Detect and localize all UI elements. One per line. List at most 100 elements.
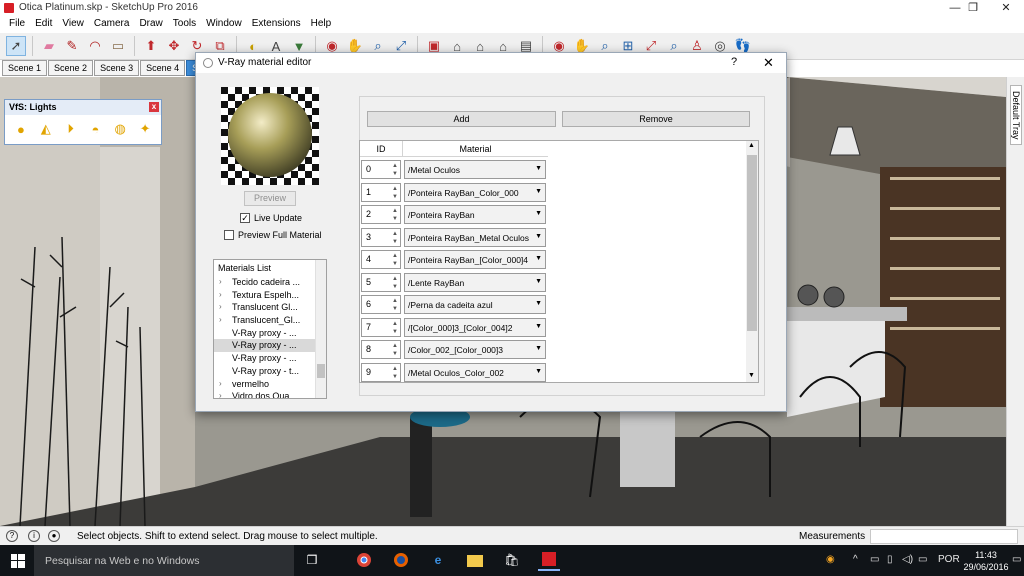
dialog-close-button[interactable]: ✕ (763, 55, 774, 71)
id-spinbox[interactable]: 4 ▲ ▼ (361, 250, 401, 269)
spin-arrows-icon[interactable]: ▲ ▼ (391, 162, 399, 178)
material-dropdown[interactable]: /Ponteira RayBan ▼ (404, 205, 546, 224)
tab-scene-2[interactable]: Scene 2 (48, 60, 94, 76)
material-dropdown[interactable]: /Ponteira RayBan_Metal Oculos ▼ (404, 227, 546, 247)
directional-light-icon[interactable]: ⏵ (63, 121, 79, 137)
ies-light-icon[interactable]: ✦ (137, 121, 153, 137)
spot-light-icon[interactable]: ◭ (38, 121, 54, 137)
taskbar-search-box[interactable]: Pesquisar na Web e no Windows (34, 545, 294, 576)
rectangle-icon[interactable]: ▭ (108, 36, 128, 56)
network-icon[interactable]: ▭ (870, 554, 879, 565)
id-spinbox[interactable]: 7 ▲ ▼ (361, 317, 401, 337)
spin-arrows-icon[interactable]: ▲ ▼ (391, 207, 399, 223)
menu-draw[interactable]: Draw (134, 16, 167, 33)
push-pull-icon[interactable]: ⬆ (141, 36, 161, 56)
materials-list-scrollbar[interactable] (315, 260, 326, 398)
notification-app-icon[interactable]: ◉ (826, 554, 835, 565)
material-list-item[interactable]: V-Ray proxy - ... (214, 327, 326, 340)
menu-camera[interactable]: Camera (89, 16, 135, 33)
material-list-item[interactable]: › Translucent_Gl... (214, 314, 326, 327)
material-list-item[interactable]: › Textura Espelh... (214, 289, 326, 302)
material-list-item[interactable]: › Tecido cadeira ... (214, 276, 326, 289)
spin-arrows-icon[interactable]: ▲ ▼ (391, 252, 399, 268)
expand-chevron-icon[interactable]: › (219, 391, 222, 398)
material-list-item[interactable]: › Vidro dos Qua... (214, 390, 326, 398)
arc-icon[interactable]: ◠ (85, 36, 105, 56)
store-icon[interactable]: 🛍 (501, 549, 523, 571)
sphere-light-icon[interactable]: ◍ (112, 121, 128, 137)
dome-light-icon[interactable]: ◓ (87, 121, 103, 137)
material-dropdown[interactable]: /Ponteira RayBan_[Color_000]4 ▼ (404, 250, 546, 269)
remove-button[interactable]: Remove (562, 111, 750, 127)
material-list-item[interactable]: V-Ray proxy - t... (214, 365, 326, 378)
notifications-icon[interactable]: ▭ (1012, 554, 1021, 565)
default-tray-tab[interactable]: Default Tray (1010, 85, 1022, 145)
preview-full-material-checkbox[interactable] (224, 230, 234, 240)
tab-scene-3[interactable]: Scene 3 (94, 60, 140, 76)
help-button[interactable]: ? (731, 56, 737, 68)
material-dropdown[interactable]: /Color_002_[Color_000]3 ▼ (404, 340, 546, 359)
menu-help[interactable]: Help (306, 16, 337, 33)
material-list-item[interactable]: › vermelho (214, 378, 326, 391)
material-dropdown[interactable]: /Lente RayBan ▼ (404, 272, 546, 292)
action-center-icon[interactable]: ▭ (918, 554, 927, 565)
spin-arrows-icon[interactable]: ▲ ▼ (391, 230, 399, 246)
materials-list-scroll-thumb[interactable] (317, 364, 325, 378)
id-spinbox[interactable]: 5 ▲ ▼ (361, 272, 401, 292)
select-icon[interactable]: ➚ (6, 36, 26, 56)
menu-edit[interactable]: Edit (30, 16, 57, 33)
expand-chevron-icon[interactable]: › (219, 290, 222, 299)
tab-scene-1[interactable]: Scene 1 (2, 60, 48, 76)
volume-icon[interactable]: ◁) (902, 554, 913, 565)
material-dropdown[interactable]: /Metal Oculos_Color_002 ▼ (404, 362, 546, 382)
input-language[interactable]: POR (938, 554, 960, 565)
battery-icon[interactable]: ▯ (887, 554, 893, 565)
geolocation-icon[interactable]: ? (6, 530, 18, 542)
pencil-icon[interactable]: ✎ (62, 36, 82, 56)
spin-arrows-icon[interactable]: ▲ ▼ (391, 365, 399, 381)
table-scrollbar[interactable]: ▲ ▼ (746, 141, 758, 382)
scroll-up-icon[interactable]: ▲ (748, 142, 755, 149)
id-spinbox[interactable]: 3 ▲ ▼ (361, 227, 401, 247)
menu-window[interactable]: Window (201, 16, 247, 33)
menu-view[interactable]: View (57, 16, 89, 33)
material-list-item[interactable]: V-Ray proxy - ... (214, 339, 326, 353)
credits-icon[interactable]: i (28, 530, 40, 542)
spin-arrows-icon[interactable]: ▲ ▼ (391, 320, 399, 336)
material-list-item[interactable]: › Translucent Gl... (214, 301, 326, 314)
chrome-icon[interactable] (353, 549, 375, 571)
table-scroll-thumb[interactable] (747, 155, 757, 331)
menu-extensions[interactable]: Extensions (247, 16, 306, 33)
eraser-icon[interactable]: ▰ (39, 36, 59, 56)
sketchup-icon[interactable] (538, 549, 560, 571)
id-spinbox[interactable]: 9 ▲ ▼ (361, 362, 401, 382)
show-hidden-icons-icon[interactable]: ^ (853, 554, 858, 565)
id-spinbox[interactable]: 0 ▲ ▼ (361, 160, 401, 179)
live-update-checkbox[interactable]: ✓ (240, 213, 250, 223)
omni-light-icon[interactable]: ● (13, 121, 29, 137)
move-icon[interactable]: ✥ (164, 36, 184, 56)
spin-arrows-icon[interactable]: ▲ ▼ (391, 275, 399, 291)
user-icon[interactable]: ● (48, 530, 60, 542)
preview-button[interactable]: Preview (244, 191, 296, 206)
spin-arrows-icon[interactable]: ▲ ▼ (391, 297, 399, 313)
file-explorer-icon[interactable] (464, 549, 486, 571)
id-spinbox[interactable]: 1 ▲ ▼ (361, 182, 401, 202)
tab-scene-4[interactable]: Scene 4 (140, 60, 186, 76)
menu-file[interactable]: File (4, 16, 30, 33)
firefox-icon[interactable] (390, 549, 412, 571)
material-list-item[interactable]: V-Ray proxy - ... (214, 352, 326, 365)
task-view-icon[interactable]: ❒ (301, 549, 323, 571)
edge-icon[interactable]: e (427, 549, 449, 571)
material-dropdown[interactable]: /[Color_000]3_[Color_004]2 ▼ (404, 317, 546, 337)
expand-chevron-icon[interactable]: › (219, 277, 222, 286)
id-spinbox[interactable]: 2 ▲ ▼ (361, 205, 401, 224)
lights-close-button[interactable]: x (149, 102, 159, 112)
expand-chevron-icon[interactable]: › (219, 302, 222, 311)
spin-arrows-icon[interactable]: ▲ ▼ (391, 185, 399, 201)
spin-arrows-icon[interactable]: ▲ ▼ (391, 342, 399, 358)
id-spinbox[interactable]: 8 ▲ ▼ (361, 340, 401, 359)
id-spinbox[interactable]: 6 ▲ ▼ (361, 295, 401, 314)
material-dropdown[interactable]: /Metal Oculos ▼ (404, 160, 546, 179)
measurements-input[interactable] (870, 529, 1018, 544)
